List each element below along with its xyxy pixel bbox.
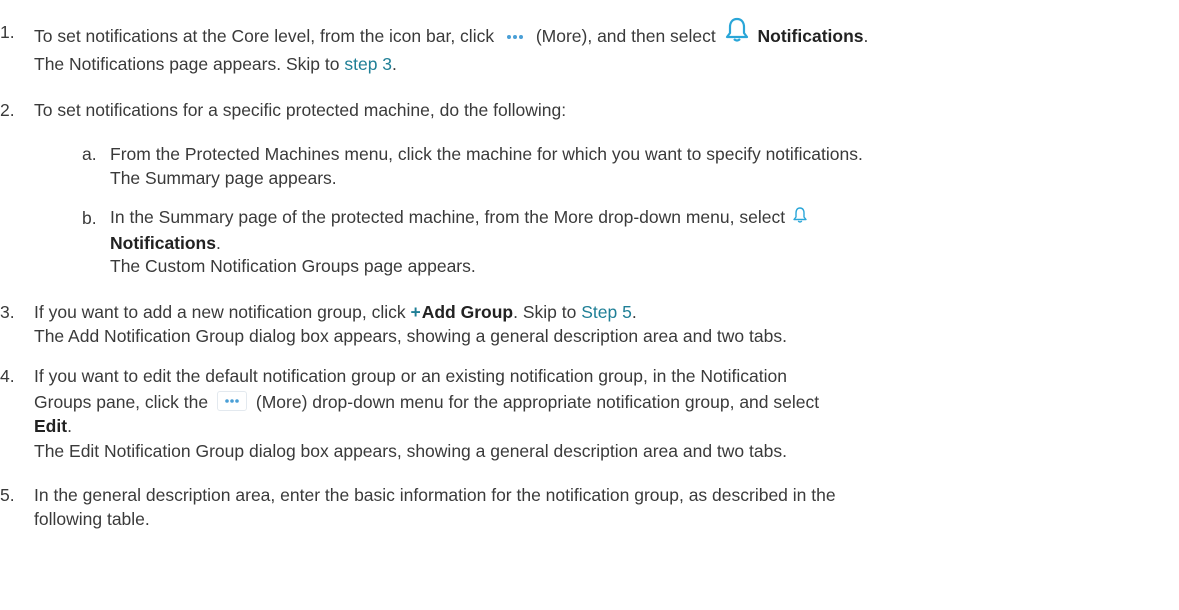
substep-letter: a. <box>82 144 97 164</box>
step-5-line-1: In the general description area, enter t… <box>34 485 836 505</box>
step-4-line-4: The Edit Notification Group dialog box a… <box>34 441 787 461</box>
step-3-line-2: The Add Notification Group dialog box ap… <box>34 326 787 346</box>
step-number: 4. <box>0 366 15 386</box>
substep-a-line-2: The Summary page appears. <box>110 168 337 188</box>
step-2-text: To set notifications for a specific prot… <box>34 100 567 120</box>
step-number: 2. <box>0 100 15 120</box>
notifications-label: Notifications <box>110 233 216 253</box>
step-1-line-1: To set notifications at the Core level, … <box>34 16 868 47</box>
add-group-label: Add Group <box>421 302 514 322</box>
plus-icon: + <box>410 302 421 322</box>
step-3-link[interactable]: step 3 <box>344 54 392 74</box>
step-number: 1. <box>0 22 15 42</box>
more-dots-icon <box>506 35 523 40</box>
step-5-link[interactable]: Step 5 <box>581 302 632 322</box>
bell-icon <box>725 17 748 42</box>
step-3-line-1: If you want to add a new notification gr… <box>34 302 637 322</box>
step-4-line-1: If you want to edit the default notifica… <box>34 366 787 386</box>
step-1-line-2: The Notifications page appears. Skip to … <box>34 54 397 74</box>
edit-label: Edit <box>34 416 68 436</box>
substep-b-line-3: The Custom Notification Groups page appe… <box>110 256 476 276</box>
substep-letter: b. <box>82 208 97 228</box>
substep-b-line-2: Notifications. <box>110 233 221 253</box>
step-number: 5. <box>0 485 15 505</box>
step-5-line-2: following table. <box>34 509 150 529</box>
notifications-label: Notifications <box>757 26 864 46</box>
step-4-line-2: Groups pane, click the (More) drop-down … <box>34 391 820 412</box>
bell-icon <box>793 207 807 223</box>
step-number: 3. <box>0 302 15 322</box>
substep-b-line-1: In the Summary page of the protected mac… <box>110 206 810 228</box>
more-button-icon <box>217 391 247 412</box>
step-4-line-3: Edit. <box>34 416 72 436</box>
substep-a-line-1: From the Protected Machines menu, click … <box>110 144 863 164</box>
